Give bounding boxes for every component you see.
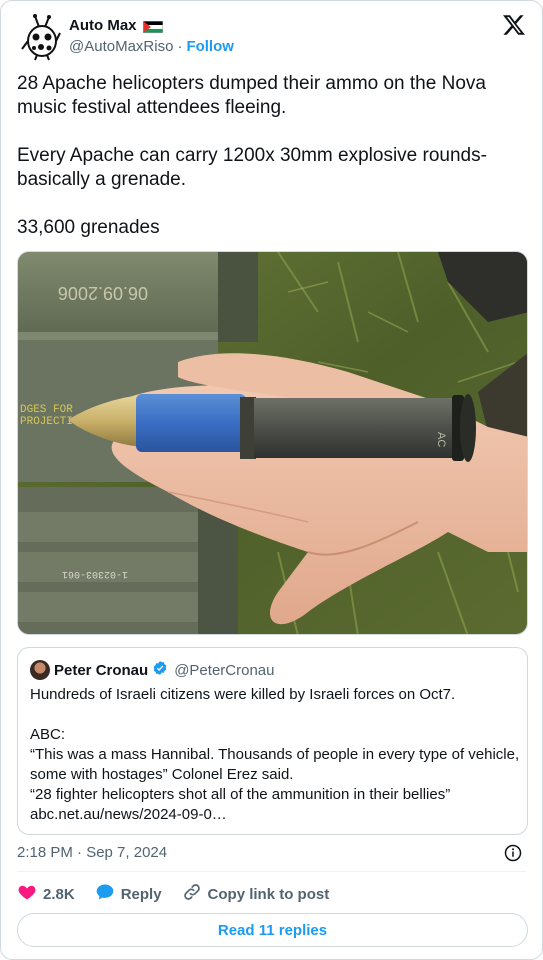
read-replies-button[interactable]: Read 11 replies [17, 913, 528, 947]
heart-icon [17, 882, 37, 906]
quoted-tweet[interactable]: Peter Cronau @PeterCronau Hundreds of Is… [17, 647, 528, 835]
tweet-timestamp[interactable]: 2:18 PM · Sep 7, 2024 [17, 844, 167, 861]
quoted-author-name: Peter Cronau [54, 661, 149, 679]
action-bar: 2.8K Reply Copy link to post [17, 883, 349, 905]
link-icon [182, 882, 202, 906]
tweet-card: Auto Max @AutoMaxRiso · Follow 28 Apache [0, 0, 543, 960]
author-name-row: Auto Max [69, 17, 163, 34]
author-name[interactable]: Auto Max [69, 17, 137, 34]
casing-marking: AC [435, 432, 447, 447]
palestine-flag-icon [142, 20, 163, 33]
author-handle[interactable]: @AutoMaxRiso [69, 38, 173, 55]
quoted-author-handle: @PeterCronau [174, 661, 275, 679]
x-logo-icon[interactable] [502, 13, 526, 37]
reply-label: Reply [120, 885, 162, 903]
box-stamp-date: 06.09.2006 [58, 283, 148, 303]
copy-link-button[interactable]: Copy link to post [182, 882, 330, 906]
tweet-header: Auto Max @AutoMaxRiso · Follow [17, 13, 526, 61]
quoted-tweet-header: Peter Cronau @PeterCronau [30, 660, 274, 680]
reply-button[interactable]: Reply [95, 882, 162, 906]
like-button[interactable]: 2.8K [17, 882, 75, 906]
info-icon[interactable] [504, 844, 522, 862]
follow-button[interactable]: Follow [186, 38, 234, 55]
like-count: 2.8K [43, 885, 75, 903]
quoted-tweet-text: Hundreds of Israeli citizens were killed… [30, 686, 520, 823]
avatar[interactable] [21, 13, 61, 61]
tweet-media-photo[interactable]: 06.09.2006 DGES FOR PROJECTILES 1-02303-… [17, 251, 528, 635]
box-stamp-lot: 1-02303-061 [62, 568, 128, 579]
separator-dot: · [177, 38, 183, 55]
reply-bubble-icon [95, 882, 115, 906]
verified-badge-icon [152, 660, 168, 680]
tweet-text: 28 Apache helicopters dumped their ammo … [17, 73, 487, 238]
author-handle-row: @AutoMaxRiso · Follow [69, 38, 234, 55]
divider [17, 871, 526, 872]
copy-link-label: Copy link to post [207, 885, 330, 903]
quoted-author-avatar [30, 660, 50, 680]
box-stamp-projectiles: DGES FOR [20, 404, 73, 416]
